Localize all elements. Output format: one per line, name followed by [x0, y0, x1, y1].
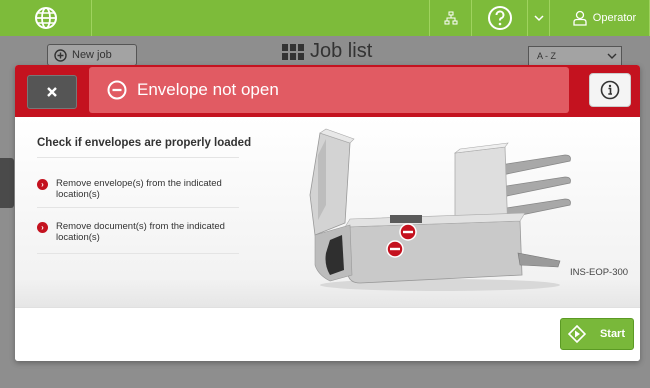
side-drawer-handle — [0, 158, 14, 208]
sort-select: A - Z — [528, 46, 622, 66]
close-button[interactable] — [27, 75, 77, 109]
instruction-item-label: Remove document(s) from the indicated lo… — [56, 221, 225, 243]
plus-circle-icon — [54, 48, 67, 62]
divider — [37, 157, 239, 158]
network-button[interactable] — [430, 0, 472, 36]
error-banner: Envelope not open — [89, 67, 569, 113]
chevron-down-icon — [607, 53, 617, 59]
minus-circle-icon — [107, 80, 127, 100]
top-bar: Operator — [0, 0, 650, 36]
start-icon — [567, 324, 587, 344]
operator-label: Operator — [592, 12, 637, 24]
instruction-item: › Remove document(s) from the indicated … — [37, 221, 247, 243]
info-button[interactable] — [589, 73, 631, 107]
language-button[interactable] — [0, 0, 92, 36]
new-job-label: New job — [72, 49, 112, 61]
close-icon — [47, 87, 57, 97]
instruction-title: Check if envelopes are properly loaded — [37, 137, 252, 149]
chevron-down-icon — [533, 15, 544, 22]
divider — [37, 207, 239, 208]
info-icon — [600, 80, 620, 100]
divider — [37, 253, 239, 254]
operator-icon — [573, 10, 587, 26]
topbar-spacer — [92, 0, 430, 36]
dialog-body: Check if envelopes are properly loaded ›… — [15, 117, 640, 307]
globe-icon — [34, 7, 57, 29]
operator-button[interactable]: Operator — [550, 0, 650, 36]
network-icon — [444, 11, 457, 25]
sort-value: A - Z — [537, 51, 557, 61]
error-title: Envelope not open — [137, 80, 279, 99]
help-icon — [487, 6, 512, 30]
dialog-footer: Start — [15, 307, 640, 361]
image-code: INS-EOP-300 — [570, 267, 629, 278]
chevron-right-icon: › — [37, 222, 48, 233]
instruction-item: › Remove envelope(s) from the indicated … — [37, 178, 247, 200]
inserter-machine-image — [309, 128, 571, 291]
error-dialog: Envelope not open Check if envelopes are… — [15, 65, 640, 361]
page-title: Job list — [282, 40, 372, 63]
dialog-header: Envelope not open — [15, 65, 640, 117]
page-title-text: Job list — [310, 40, 373, 62]
instruction-item-label: Remove envelope(s) from the indicated lo… — [56, 178, 222, 200]
help-button[interactable] — [472, 0, 528, 36]
start-label: Start — [599, 328, 625, 340]
grid-icon — [282, 43, 304, 60]
user-menu-toggle[interactable] — [528, 0, 550, 36]
start-button[interactable]: Start — [560, 318, 634, 350]
new-job-button: New job — [47, 44, 137, 66]
chevron-right-icon: › — [37, 179, 48, 190]
